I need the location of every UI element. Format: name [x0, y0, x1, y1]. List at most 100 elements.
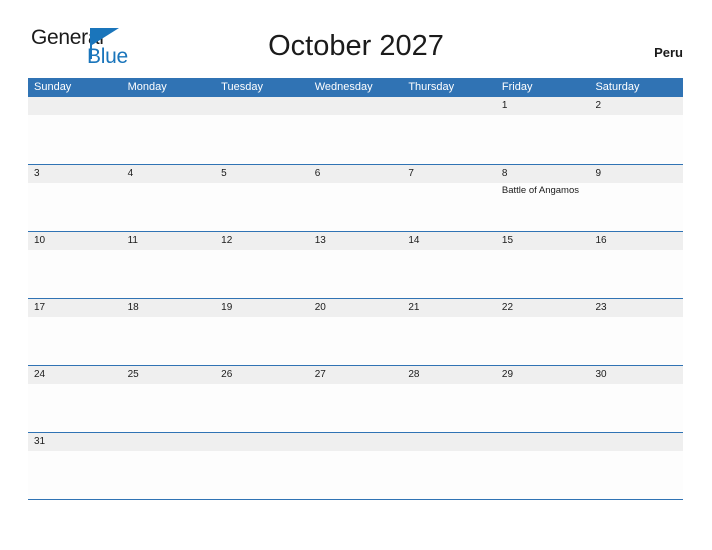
day-number: 31 [34, 436, 46, 447]
holiday-label: Battle of Angamos [501, 185, 579, 196]
calendar-page: General Blue October 2027 Peru Sunday Mo… [0, 0, 712, 550]
day-number [127, 433, 211, 451]
calendar-day-cell[interactable]: 7 [402, 165, 496, 231]
calendar-day-cell-empty [122, 97, 216, 164]
calendar-day-cell[interactable]: 28 [402, 366, 496, 432]
day-number: 7 [408, 168, 414, 179]
day-number: 19 [221, 302, 233, 313]
day-number: 17 [34, 302, 46, 313]
calendar-day-cell[interactable]: 15 [496, 232, 590, 298]
day-number: 16 [595, 235, 607, 246]
calendar-day-cell[interactable]: 12 [215, 232, 309, 298]
calendar-day-cell[interactable]: 16 [589, 232, 683, 298]
day-number: 2 [595, 100, 602, 111]
calendar-day-cell[interactable]: 14 [402, 232, 496, 298]
day-number: 6 [314, 168, 321, 179]
day-number: 22 [501, 302, 514, 313]
calendar-weeks: 1 2 3 4 5 6 7 8 Battle of Angamos 9 10 11 12 13 14 15 16… [28, 97, 683, 499]
calendar-day-cell[interactable]: 30 [589, 366, 683, 432]
day-number: 13 [314, 235, 326, 246]
calendar-day-cell[interactable]: 6 [309, 165, 403, 231]
calendar-day-cell[interactable]: 23 [589, 299, 683, 365]
day-number: 3 [34, 168, 40, 179]
calendar-day-cell[interactable]: 22 [496, 299, 590, 365]
calendar-day-cell-empty [215, 433, 309, 499]
day-number: 1 [501, 100, 508, 111]
calendar-day-cell[interactable]: 31 [28, 433, 122, 499]
calendar-day-cell-empty [496, 433, 590, 499]
day-number [594, 433, 678, 451]
calendar-day-cell-empty [309, 433, 403, 499]
calendar-day-cell[interactable]: 13 [309, 232, 403, 298]
calendar-day-cell-empty [309, 97, 403, 164]
day-number [220, 97, 304, 115]
day-number: 27 [314, 369, 326, 380]
calendar-day-cell[interactable]: 8 Battle of Angamos [496, 165, 590, 231]
day-events: Battle of Angamos [501, 183, 585, 197]
weekday-header-tuesday: Tuesday [221, 81, 263, 93]
country-label: Peru [654, 45, 683, 60]
calendar-day-cell[interactable]: 17 [28, 299, 122, 365]
calendar-week-row: 31 [28, 432, 683, 499]
day-number: 18 [127, 302, 139, 313]
weekday-header-row: Sunday Monday Tuesday Wednesday Thursday… [28, 78, 683, 97]
day-number: 30 [595, 369, 607, 380]
day-number: 23 [595, 302, 607, 313]
calendar-day-cell-empty [402, 97, 496, 164]
day-number: 21 [408, 302, 420, 313]
calendar-day-cell[interactable]: 9 [589, 165, 683, 231]
day-number: 11 [127, 235, 138, 246]
calendar-week-row: 24 25 26 27 28 29 30 [28, 365, 683, 432]
weekday-header-friday: Friday [501, 81, 533, 93]
day-number: 28 [408, 369, 420, 380]
calendar-day-cell[interactable]: 19 [215, 299, 309, 365]
weekday-header-saturday: Saturday [595, 81, 640, 93]
calendar-day-cell[interactable]: 24 [28, 366, 122, 432]
weekday-header-monday: Monday [127, 81, 167, 93]
page-header: General Blue October 2027 Peru [0, 0, 712, 67]
day-number: 8 [501, 168, 508, 179]
calendar-day-cell-empty [122, 433, 216, 499]
calendar-week-row: 3 4 5 6 7 8 Battle of Angamos 9 [28, 164, 683, 231]
weekday-header-sunday: Sunday [34, 81, 72, 93]
day-number: 20 [314, 302, 326, 313]
day-number [314, 97, 398, 115]
calendar-bottom-divider [28, 499, 683, 500]
calendar-day-cell[interactable]: 2 [589, 97, 683, 164]
calendar-day-cell[interactable]: 26 [215, 366, 309, 432]
day-number: 9 [595, 168, 602, 179]
day-number: 5 [221, 168, 227, 179]
calendar-day-cell[interactable]: 27 [309, 366, 403, 432]
calendar-day-cell-empty [589, 433, 683, 499]
calendar-day-cell[interactable]: 11 [122, 232, 216, 298]
calendar-grid: Sunday Monday Tuesday Wednesday Thursday… [28, 78, 683, 500]
calendar-week-row: 10 11 12 13 14 15 16 [28, 231, 683, 298]
day-number: 24 [34, 369, 46, 380]
day-number: 12 [221, 235, 233, 246]
calendar-day-cell[interactable]: 18 [122, 299, 216, 365]
calendar-day-cell[interactable]: 20 [309, 299, 403, 365]
day-number [501, 433, 585, 451]
calendar-day-cell[interactable]: 5 [215, 165, 309, 231]
calendar-day-cell-empty [215, 97, 309, 164]
day-number [407, 97, 491, 115]
day-number: 25 [127, 369, 139, 380]
calendar-day-cell[interactable]: 21 [402, 299, 496, 365]
day-number: 15 [501, 235, 514, 246]
day-number [220, 433, 304, 451]
calendar-day-cell-empty [28, 97, 122, 164]
day-number: 29 [501, 369, 514, 380]
calendar-day-cell[interactable]: 29 [496, 366, 590, 432]
day-number: 14 [408, 235, 420, 246]
day-number: 4 [127, 168, 134, 179]
day-number [407, 433, 491, 451]
weekday-header-wednesday: Wednesday [314, 81, 373, 93]
day-number [33, 97, 117, 115]
calendar-day-cell[interactable]: 1 [496, 97, 590, 164]
calendar-day-cell[interactable]: 10 [28, 232, 122, 298]
calendar-day-cell[interactable]: 25 [122, 366, 216, 432]
weekday-header-thursday: Thursday [408, 81, 455, 93]
calendar-day-cell[interactable]: 4 [122, 165, 216, 231]
calendar-day-cell[interactable]: 3 [28, 165, 122, 231]
day-number [127, 97, 211, 115]
